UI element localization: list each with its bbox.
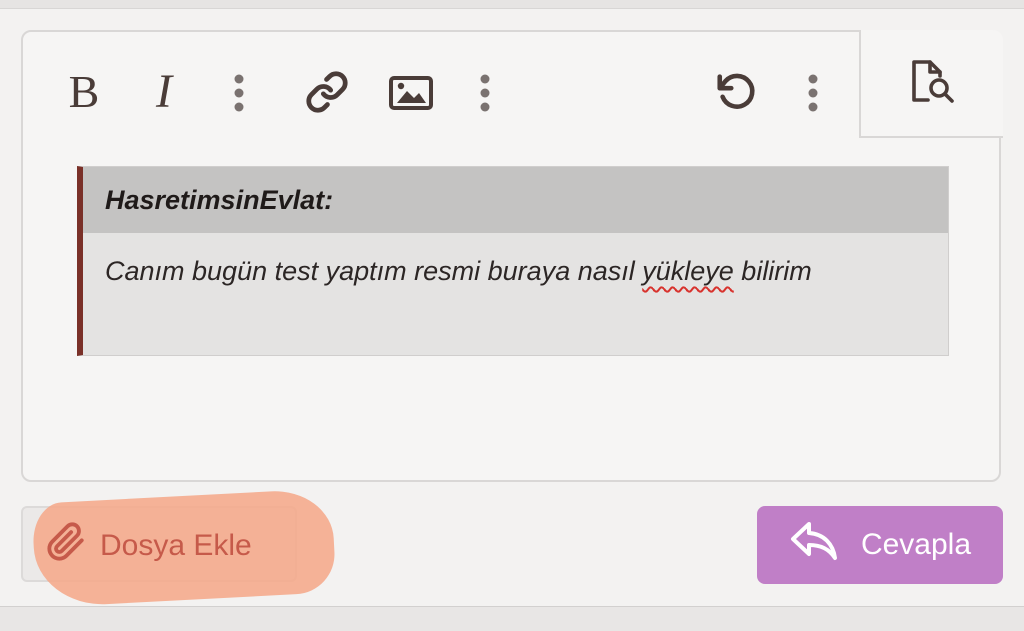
- reply-label: Cevapla: [860, 528, 972, 561]
- image-icon[interactable]: [387, 70, 435, 116]
- bottom-divider: [0, 606, 1024, 631]
- bold-button[interactable]: B: [63, 66, 105, 118]
- more-options-icon[interactable]: [229, 70, 249, 116]
- quote-block: HasretimsinEvlat: Canım bugün test yaptı…: [77, 166, 949, 356]
- quote-author: HasretimsinEvlat:: [83, 167, 948, 233]
- more-options-icon-2[interactable]: [475, 70, 495, 116]
- reply-button[interactable]: Cevapla: [757, 506, 1003, 584]
- quote-text: Canım bugün test yaptım resmi buraya nas…: [83, 233, 948, 295]
- paperclip-icon: [46, 522, 86, 570]
- misspelled-word: yükleye: [642, 256, 734, 286]
- attach-file-label: Dosya Ekle: [100, 529, 252, 562]
- link-icon[interactable]: [303, 68, 351, 116]
- preview-button[interactable]: [859, 30, 1003, 138]
- attach-file-content[interactable]: Dosya Ekle: [46, 518, 252, 574]
- preview-search-icon: [908, 58, 956, 109]
- italic-button[interactable]: I: [143, 66, 185, 118]
- quote-text-start: Canım bugün test yaptım resmi buraya nas…: [105, 256, 643, 286]
- top-divider: [0, 0, 1024, 9]
- reply-arrow-icon: [789, 520, 839, 570]
- reply-editor[interactable]: B I HasretimsinEvlat: Canım bugün test y…: [21, 30, 1003, 482]
- undo-icon[interactable]: [713, 68, 761, 116]
- more-options-icon-3[interactable]: [803, 70, 823, 116]
- quote-text-end: bilirim: [733, 256, 812, 286]
